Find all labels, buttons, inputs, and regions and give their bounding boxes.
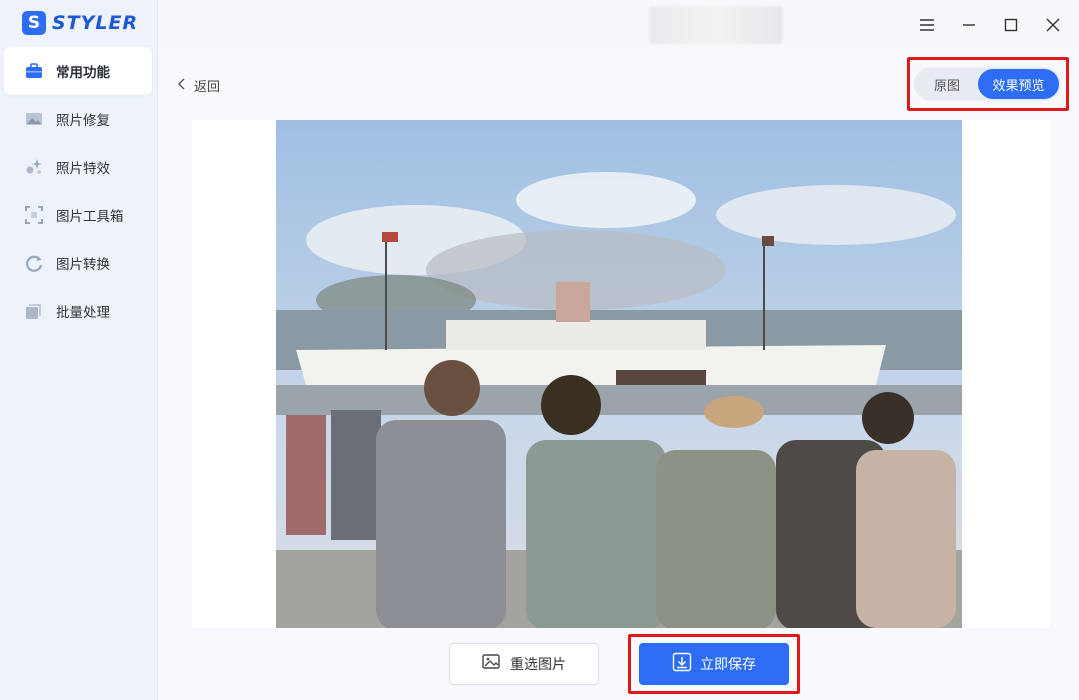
photo-preview bbox=[276, 120, 962, 628]
sidebar-item-photo-repair[interactable]: 照片修复 bbox=[4, 95, 152, 143]
sidebar-item-label: 常用功能 bbox=[56, 65, 110, 81]
logo-text: STYLER bbox=[52, 12, 139, 34]
minimize-icon[interactable] bbox=[958, 14, 980, 36]
chevron-left-icon bbox=[178, 78, 186, 94]
main-panel: 返回 原图 效果预览 重选图片 立即保存 bbox=[158, 48, 1079, 700]
save-label: 立即保存 bbox=[700, 657, 756, 673]
preview-tab[interactable]: 效果预览 bbox=[978, 69, 1059, 99]
sidebar-item-common[interactable]: 常用功能 bbox=[4, 47, 152, 95]
convert-icon bbox=[24, 253, 44, 273]
title-bar bbox=[158, 0, 1079, 48]
sidebar-item-label: 照片修复 bbox=[56, 113, 110, 129]
toolbox-icon bbox=[24, 61, 44, 81]
sidebar: S STYLER 常用功能 照片修复 照片特效 图片工具箱 图片转换 批量处理 bbox=[0, 0, 158, 700]
sidebar-nav: 常用功能 照片修复 照片特效 图片工具箱 图片转换 批量处理 bbox=[4, 47, 152, 335]
sidebar-item-label: 图片转换 bbox=[56, 257, 110, 273]
batch-icon bbox=[24, 301, 44, 321]
download-icon bbox=[672, 652, 692, 676]
image-canvas bbox=[192, 120, 1050, 628]
back-label: 返回 bbox=[194, 80, 221, 95]
app-logo: S STYLER bbox=[22, 11, 138, 35]
reselect-label: 重选图片 bbox=[510, 657, 566, 673]
sidebar-item-batch[interactable]: 批量处理 bbox=[4, 287, 152, 335]
menu-icon[interactable] bbox=[916, 14, 938, 36]
sidebar-item-label: 图片工具箱 bbox=[56, 209, 124, 225]
close-icon[interactable] bbox=[1042, 14, 1064, 36]
sparkle-icon bbox=[24, 157, 44, 177]
sidebar-item-label: 批量处理 bbox=[56, 305, 110, 321]
maximize-icon[interactable] bbox=[1000, 14, 1022, 36]
sidebar-item-image-toolbox[interactable]: 图片工具箱 bbox=[4, 191, 152, 239]
reselect-image-button[interactable]: 重选图片 bbox=[449, 643, 599, 685]
sidebar-item-photo-effects[interactable]: 照片特效 bbox=[4, 143, 152, 191]
back-button[interactable]: 返回 bbox=[178, 76, 220, 95]
sidebar-item-label: 照片特效 bbox=[56, 161, 110, 177]
sidebar-item-image-convert[interactable]: 图片转换 bbox=[4, 239, 152, 287]
original-tab[interactable]: 原图 bbox=[916, 69, 978, 99]
photo-repair-icon bbox=[24, 109, 44, 129]
toolbox-grid-icon bbox=[24, 205, 44, 225]
save-now-button[interactable]: 立即保存 bbox=[639, 643, 789, 685]
logo-mark-icon: S bbox=[22, 11, 46, 35]
image-reselect-icon bbox=[482, 653, 502, 675]
blurred-title-area bbox=[649, 6, 783, 44]
compare-toggle: 原图 效果预览 bbox=[914, 67, 1061, 101]
